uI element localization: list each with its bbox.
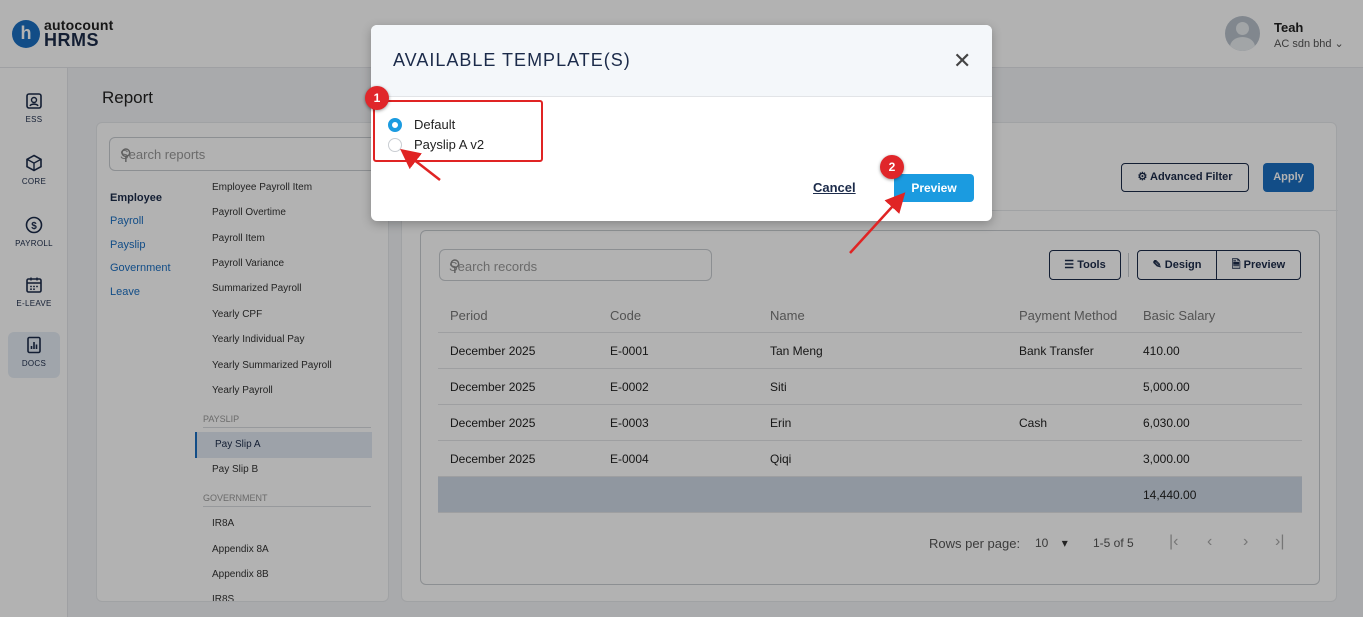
arrow-to-payslip-option: [400, 148, 441, 181]
arrow-to-preview-button: [849, 192, 906, 254]
annotation-arrows: [400, 148, 906, 254]
